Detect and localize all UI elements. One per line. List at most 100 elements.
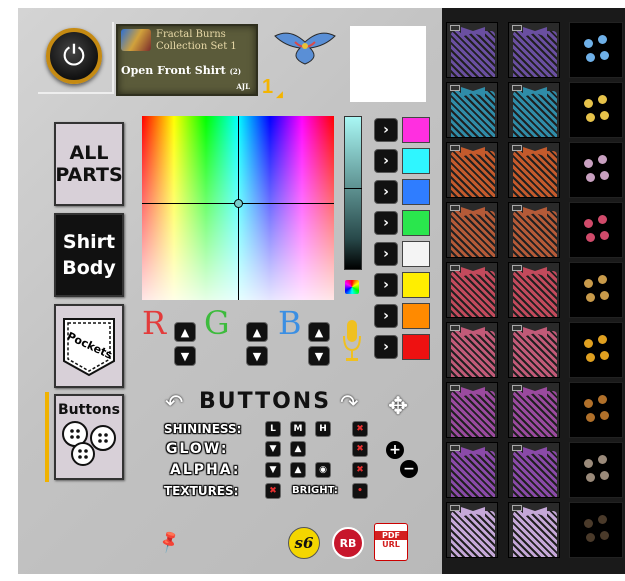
button-texture-tile[interactable] [569, 502, 623, 558]
shine-low-button[interactable]: L [265, 421, 281, 437]
button-dot [586, 473, 595, 482]
shirt-swatch [451, 91, 495, 137]
button-texture-tile[interactable] [569, 442, 623, 498]
pockets-button[interactable]: Pockets [54, 304, 124, 388]
shirt-texture-tile[interactable] [446, 82, 498, 138]
textures-off-button[interactable]: ✖ [265, 483, 281, 499]
apply-swatch-arrow-2[interactable]: › [374, 149, 398, 173]
rb-logo-button[interactable]: RB [332, 527, 364, 559]
brightness-marker[interactable] [344, 188, 362, 189]
shirt-texture-tile[interactable] [508, 502, 560, 558]
blue-down-button[interactable]: ▼ [308, 346, 330, 366]
green-label: G [204, 304, 230, 342]
button-dot [586, 293, 595, 302]
shine-off-button[interactable]: ✖ [352, 421, 368, 437]
shirt-texture-tile[interactable] [446, 202, 498, 258]
preset-swatch-6[interactable] [402, 272, 430, 298]
shine-medium-button[interactable]: M [290, 421, 306, 437]
shirt-texture-tile[interactable] [446, 22, 498, 78]
button-texture-tile[interactable] [569, 202, 623, 258]
glow-up-button[interactable]: ▲ [290, 441, 306, 457]
alpha-off-button[interactable]: ✖ [352, 462, 368, 478]
microphone-icon[interactable] [343, 320, 361, 364]
button-dot [584, 99, 593, 108]
shirt-texture-tile[interactable] [446, 502, 498, 558]
glow-down-button[interactable]: ▼ [265, 441, 281, 457]
shirt-texture-tile[interactable] [508, 142, 560, 198]
green-up-button[interactable]: ▲ [246, 322, 268, 342]
button-dot [600, 531, 609, 540]
move-icon[interactable]: ✥ [388, 392, 408, 420]
shirt-texture-tile[interactable] [508, 322, 560, 378]
all-parts-button[interactable]: ALL PARTS [54, 122, 124, 206]
shirt-texture-tile[interactable] [446, 382, 498, 438]
apply-swatch-arrow-7[interactable]: › [374, 304, 398, 328]
apply-swatch-arrow-6[interactable]: › [374, 273, 398, 297]
shirt-texture-tile[interactable] [508, 442, 560, 498]
button-dot [600, 471, 609, 480]
shirt-texture-tile[interactable] [508, 262, 560, 318]
shirt-texture-tile[interactable] [508, 22, 560, 78]
shine-high-button[interactable]: H [315, 421, 331, 437]
blue-up-button[interactable]: ▲ [308, 322, 330, 342]
tile-menu-icon [450, 145, 460, 151]
redo-curl-icon[interactable]: ↷ [340, 391, 358, 416]
shirt-texture-tile[interactable] [508, 82, 560, 138]
preset-swatch-4[interactable] [402, 210, 430, 236]
preset-swatch-2[interactable] [402, 148, 430, 174]
tile-menu-icon [512, 205, 522, 211]
red-down-button[interactable]: ▼ [174, 346, 196, 366]
preset-swatch-1[interactable] [402, 117, 430, 143]
button-texture-tile[interactable] [569, 262, 623, 318]
green-down-button[interactable]: ▼ [246, 346, 268, 366]
preset-swatch-8[interactable] [402, 334, 430, 360]
apply-swatch-arrow-4[interactable]: › [374, 211, 398, 235]
size-plus-icon[interactable]: + [386, 441, 404, 459]
shirt-swatch [451, 211, 495, 257]
collection-set: Collection Set 1 [156, 41, 237, 52]
tile-menu-icon [450, 385, 460, 391]
page-arrow-icon[interactable]: ◢ [276, 90, 283, 100]
red-up-button[interactable]: ▲ [174, 322, 196, 342]
shirt-texture-tile[interactable] [508, 382, 560, 438]
shirt-texture-tile[interactable] [446, 442, 498, 498]
preset-swatch-5[interactable] [402, 241, 430, 267]
shirt-texture-tile[interactable] [446, 142, 498, 198]
pdf-url-button[interactable]: PDF URL [374, 523, 408, 561]
buttons-part-button[interactable]: Buttons [54, 394, 124, 480]
shirt-texture-tile[interactable] [508, 202, 560, 258]
apply-swatch-arrow-3[interactable]: › [374, 180, 398, 204]
apply-swatch-arrow-8[interactable]: › [374, 335, 398, 359]
button-dot [584, 339, 593, 348]
shirt-texture-tile[interactable] [446, 262, 498, 318]
shirt-texture-tile[interactable] [446, 322, 498, 378]
apply-swatch-arrow-5[interactable]: › [374, 242, 398, 266]
bright-toggle-button[interactable]: • [352, 483, 368, 499]
power-button[interactable]: ⏻ [46, 28, 102, 84]
button-dot [584, 519, 593, 528]
picker-crosshair-v [238, 116, 239, 300]
rgb-icon[interactable] [345, 280, 359, 294]
eye-icon[interactable]: ◉ [315, 462, 331, 478]
button-texture-tile[interactable] [569, 382, 623, 438]
alpha-down-button[interactable]: ▼ [265, 462, 281, 478]
glow-off-button[interactable]: ✖ [352, 441, 368, 457]
button-texture-tile[interactable] [569, 82, 623, 138]
button-texture-tile[interactable] [569, 142, 623, 198]
button-texture-tile[interactable] [569, 22, 623, 78]
brightness-slider[interactable] [344, 116, 362, 270]
picker-handle[interactable] [234, 199, 243, 208]
preset-swatch-7[interactable] [402, 303, 430, 329]
preset-swatch-3[interactable] [402, 179, 430, 205]
page-number[interactable]: 1 [262, 76, 273, 99]
shirt-body-button[interactable]: Shirt Body [54, 213, 124, 297]
apply-swatch-arrow-1[interactable]: › [374, 118, 398, 142]
s6-logo-button[interactable]: s6 [288, 527, 320, 559]
alpha-up-button[interactable]: ▲ [290, 462, 306, 478]
tile-menu-icon [512, 265, 522, 271]
button-texture-tile[interactable] [569, 322, 623, 378]
size-minus-icon[interactable]: − [400, 460, 418, 478]
button-dot [584, 399, 593, 408]
pin-icon[interactable]: 📌 [156, 528, 183, 554]
shirt-swatch [513, 211, 557, 257]
